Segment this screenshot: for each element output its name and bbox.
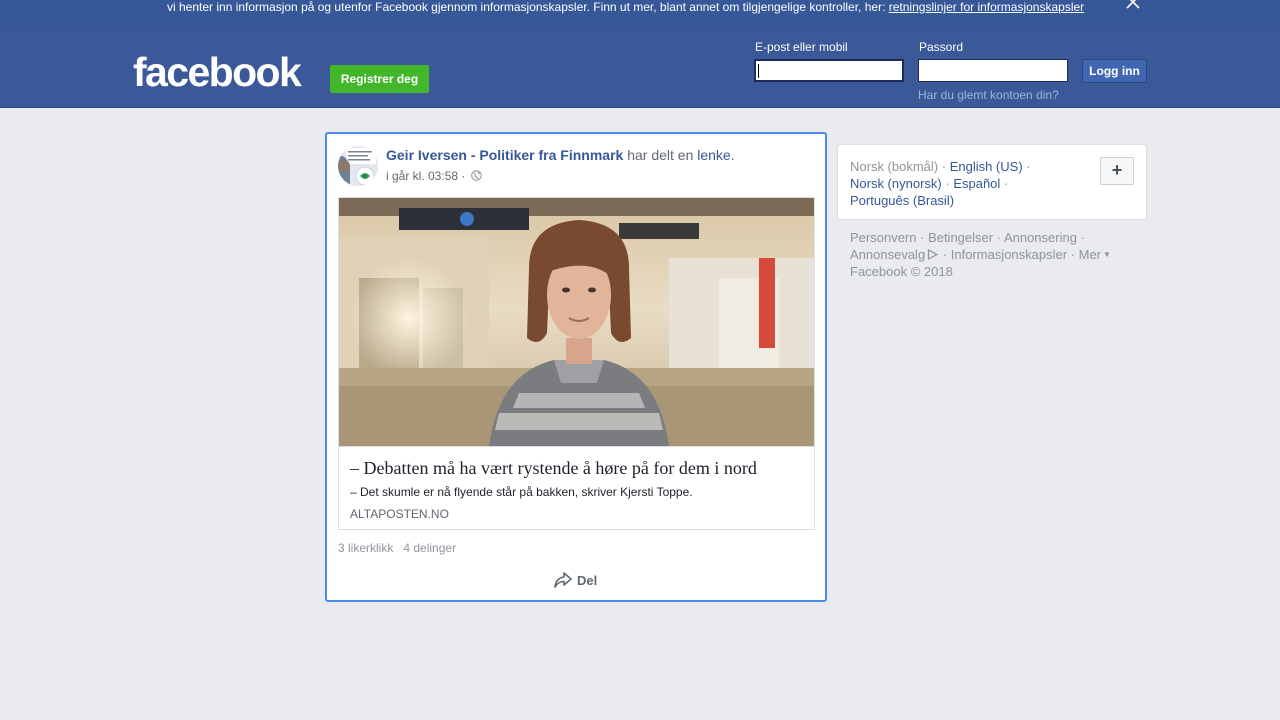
footer-adchoices-link[interactable]: Annonsevalg xyxy=(850,247,939,262)
post-header: Geir Iversen - Politiker fra Finnmark ha… xyxy=(386,147,735,163)
cookie-banner-message: vi henter inn informasjon på og utenfor … xyxy=(167,0,889,14)
text-cursor xyxy=(758,64,759,78)
post-action-end: . xyxy=(730,147,735,163)
lang-sep: · xyxy=(938,159,950,174)
lang-sep: · xyxy=(1000,176,1009,191)
footer-privacy-link[interactable]: Personvern xyxy=(850,230,916,245)
preview-title[interactable]: – Debatten må ha vært rystende å høre på… xyxy=(350,458,757,479)
language-selector: Norsk (bokmål) · English (US) · Norsk (n… xyxy=(837,144,1147,220)
footer-cookies-link[interactable]: Informasjonskapsler xyxy=(951,247,1067,262)
login-button[interactable]: Logg inn xyxy=(1082,59,1147,83)
footer-sep: · xyxy=(916,230,929,245)
language-portuguese[interactable]: Português (Brasil) xyxy=(850,193,954,208)
footer-advertising-link[interactable]: Annonsering xyxy=(1004,230,1077,245)
password-input[interactable] xyxy=(918,59,1068,82)
author-name-link[interactable]: Geir Iversen - Politiker fra Finnmark xyxy=(386,147,623,163)
footer-sep: · xyxy=(939,247,951,262)
footer-adchoices-label: Annonsevalg xyxy=(850,247,926,262)
cookie-banner: vi henter inn informasjon på og utenfor … xyxy=(0,0,1280,26)
footer-sep: · xyxy=(1067,247,1079,262)
language-list: Norsk (bokmål) · English (US) · Norsk (n… xyxy=(850,158,1070,209)
top-navigation-bar: facebook Registrer deg E-post eller mobi… xyxy=(0,26,1280,108)
chevron-down-icon: ▼ xyxy=(1103,250,1111,259)
shares-count[interactable]: 4 delinger xyxy=(403,541,456,555)
close-icon[interactable] xyxy=(1124,0,1142,10)
forgot-account-link[interactable]: Har du glemt kontoen din? xyxy=(918,88,1059,102)
adchoices-icon xyxy=(927,247,939,260)
post-meta: i går kl. 03:58 · xyxy=(386,169,482,183)
footer-links: Personvern · Betingelser · Annonsering ·… xyxy=(850,229,1140,280)
footer-more-label: Mer xyxy=(1078,247,1102,262)
post-action-text: har delt en xyxy=(623,147,698,163)
register-button[interactable]: Registrer deg xyxy=(330,65,429,93)
share-label: Del xyxy=(577,573,598,588)
language-nynorsk[interactable]: Norsk (nynorsk) xyxy=(850,176,942,191)
post-timestamp[interactable]: i går kl. 03:58 xyxy=(386,169,458,183)
post-stats: 3 likerklikk 4 delinger xyxy=(338,541,456,555)
share-button[interactable]: Del xyxy=(553,571,597,593)
preview-domain: ALTAPOSTEN.NO xyxy=(350,507,449,521)
add-language-button[interactable]: + xyxy=(1100,157,1134,185)
lang-sep: · xyxy=(1022,159,1031,174)
likes-count[interactable]: 3 likerklikk xyxy=(338,541,393,555)
preview-photo[interactable] xyxy=(339,198,814,446)
share-arrow-icon xyxy=(553,571,573,589)
lang-sep: · xyxy=(941,176,954,191)
facebook-logo[interactable]: facebook xyxy=(133,48,302,96)
preview-description: – Det skumle er nå flyende står på bakke… xyxy=(350,485,693,499)
footer-terms-link[interactable]: Betingelser xyxy=(928,230,993,245)
footer-sep: · xyxy=(1076,230,1085,245)
language-spanish[interactable]: Español xyxy=(953,176,1000,191)
email-input[interactable] xyxy=(754,59,904,82)
email-label: E-post eller mobil xyxy=(755,40,848,54)
footer-copyright: Facebook © 2018 xyxy=(850,264,953,279)
cookie-policy-link[interactable]: retningslinjer for informasjonskapsler xyxy=(889,0,1084,14)
language-current: Norsk (bokmål) xyxy=(850,159,939,174)
shared-link[interactable]: lenke xyxy=(697,147,730,163)
cookie-banner-text: vi henter inn informasjon på og utenfor … xyxy=(167,0,1084,14)
footer-more-link[interactable]: Mer ▼ xyxy=(1079,247,1111,262)
password-label: Passord xyxy=(919,40,964,54)
globe-icon[interactable] xyxy=(470,170,482,181)
language-english[interactable]: English (US) xyxy=(950,159,1023,174)
preview-text-area[interactable]: – Debatten må ha vært rystende å høre på… xyxy=(339,446,814,529)
post-card: Geir Iversen - Politiker fra Finnmark ha… xyxy=(325,132,827,602)
author-avatar[interactable] xyxy=(338,146,378,186)
link-preview[interactable]: – Debatten må ha vært rystende å høre på… xyxy=(338,197,815,530)
footer-sep: · xyxy=(993,230,1004,245)
meta-separator: · xyxy=(458,169,469,183)
